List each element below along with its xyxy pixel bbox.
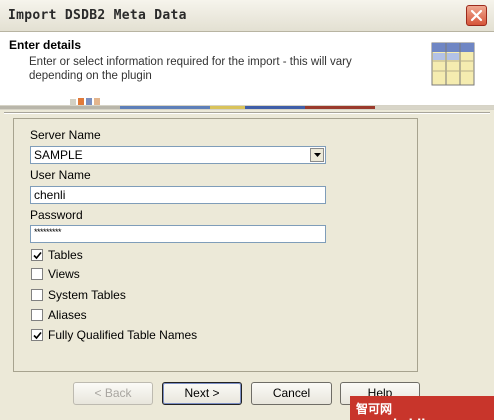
- header-stripe-blocks: [70, 98, 108, 105]
- header-title: Enter details: [9, 38, 82, 52]
- back-button[interactable]: < Back: [73, 382, 153, 405]
- password-label: Password: [30, 208, 83, 222]
- system-tables-label: System Tables: [48, 288, 126, 302]
- window-title: Import DSDB2 Meta Data: [8, 8, 187, 23]
- title-bar: Import DSDB2 Meta Data: [0, 0, 494, 32]
- dropdown-button[interactable]: [310, 148, 324, 162]
- fully-qualified-names-checkbox[interactable]: [31, 329, 43, 341]
- close-icon: [470, 9, 483, 22]
- user-name-value: chenli: [34, 188, 66, 202]
- table-grid-icon: [431, 42, 475, 86]
- aliases-checkbox[interactable]: [31, 309, 43, 321]
- import-dialog: Import DSDB2 Meta Data Enter details Ent…: [0, 0, 494, 420]
- system-tables-checkbox[interactable]: [31, 289, 43, 301]
- views-label: Views: [48, 267, 80, 281]
- cancel-button[interactable]: Cancel: [251, 382, 332, 405]
- user-name-label: User Name: [30, 168, 91, 182]
- password-mask: *********: [34, 227, 62, 237]
- tables-label: Tables: [48, 248, 83, 262]
- next-button[interactable]: Next >: [162, 382, 242, 405]
- fully-qualified-names-label: Fully Qualified Table Names: [48, 328, 198, 342]
- checkmark-icon: [33, 251, 42, 260]
- server-name-label: Server Name: [30, 128, 101, 142]
- user-name-input[interactable]: chenli: [30, 186, 326, 204]
- close-button[interactable]: [466, 5, 487, 26]
- header-separator: [4, 112, 490, 114]
- header-description: Enter or select information required for…: [29, 56, 352, 82]
- views-checkbox[interactable]: [31, 268, 43, 280]
- header-panel: Enter details Enter or select informatio…: [0, 32, 494, 105]
- checkmark-icon: [33, 331, 42, 340]
- server-name-value: SAMPLE: [34, 148, 83, 162]
- tables-checkbox[interactable]: [31, 249, 43, 261]
- password-input[interactable]: *********: [30, 225, 326, 243]
- header-stripe: [0, 105, 494, 110]
- chevron-down-icon: [314, 153, 321, 157]
- watermark: 智可网 www.hzhike.com: [350, 396, 494, 420]
- server-name-select[interactable]: SAMPLE: [30, 146, 326, 164]
- aliases-label: Aliases: [48, 308, 87, 322]
- watermark-text: 智可网 www.hzhike.com: [356, 402, 469, 420]
